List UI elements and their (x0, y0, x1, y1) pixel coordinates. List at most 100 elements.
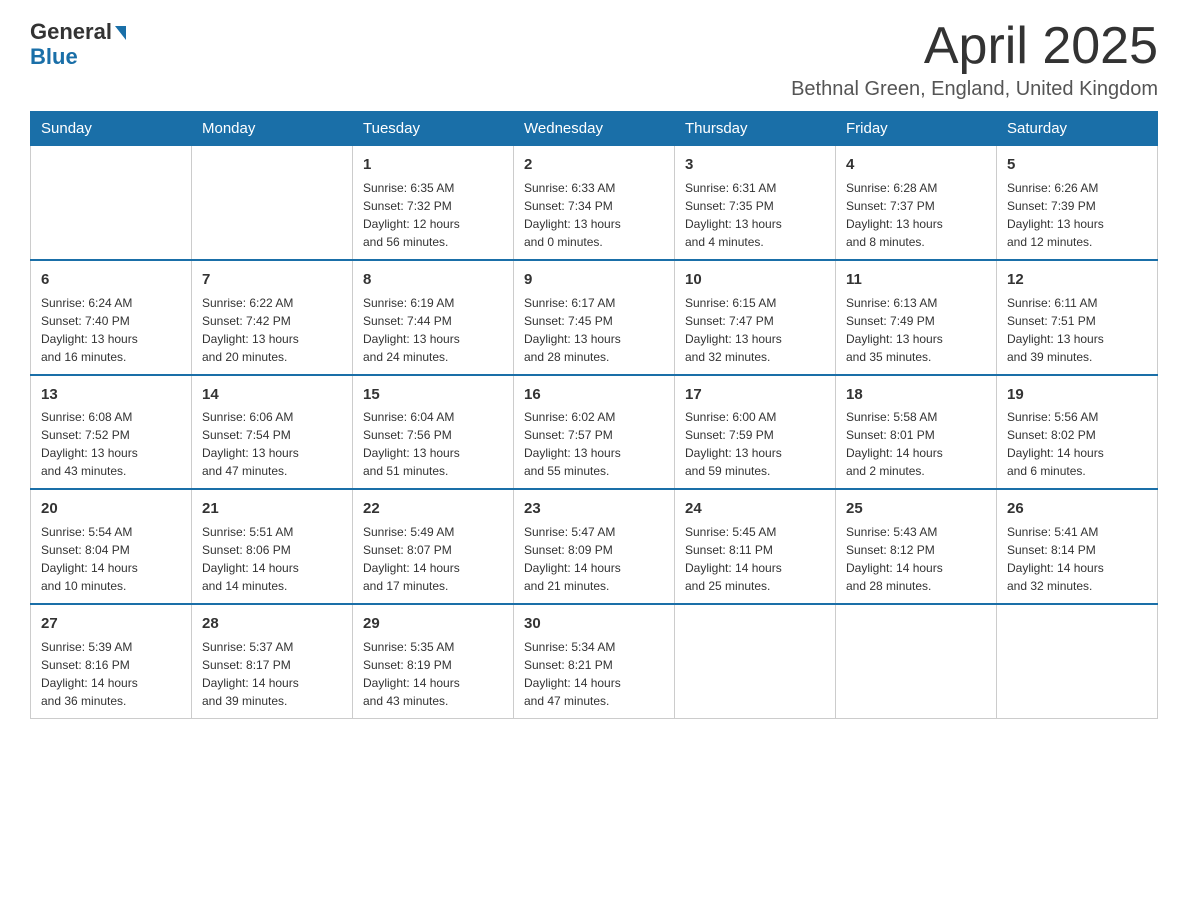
page-header: General Blue April 2025 Bethnal Green, E… (30, 20, 1158, 101)
month-title: April 2025 (791, 20, 1158, 72)
header-cell-tuesday: Tuesday (353, 112, 514, 146)
day-number: 9 (524, 269, 664, 291)
logo-line1: General (30, 20, 126, 44)
calendar-cell: 29Sunrise: 5:35 AM Sunset: 8:19 PM Dayli… (353, 604, 514, 718)
day-info: Sunrise: 5:43 AM Sunset: 8:12 PM Dayligh… (846, 523, 986, 595)
calendar-cell: 1 Sunrise: 6:35 AM Sunset: 7:32 PM Daylig… (353, 146, 514, 260)
day-info: Sunrise: 5:37 AM Sunset: 8:17 PM Dayligh… (202, 638, 342, 710)
day-info: Sunrise: 6:22 AM Sunset: 7:42 PM Dayligh… (202, 294, 342, 366)
calendar-cell: 13Sunrise: 6:08 AM Sunset: 7:52 PM Dayli… (31, 375, 192, 490)
calendar-cell: 10 Sunrise: 6:15 AM Sunset: 7:47 PM Dayli… (675, 260, 836, 375)
calendar-cell: 15Sunrise: 6:04 AM Sunset: 7:56 PM Dayli… (353, 375, 514, 490)
logo-line2: Blue (30, 44, 78, 70)
week-row-4: 20 Sunrise: 5:54 AM Sunset: 8:04 PM Dayli… (31, 489, 1158, 604)
day-number: 2 (524, 154, 664, 176)
calendar-header: SundayMondayTuesdayWednesdayThursdayFrid… (31, 112, 1158, 146)
day-info: Sunrise: 6:06 AM Sunset: 7:54 PM Dayligh… (202, 408, 342, 480)
day-number: 13 (41, 384, 181, 406)
day-number: 26 (1007, 498, 1147, 520)
calendar-cell: 25Sunrise: 5:43 AM Sunset: 8:12 PM Dayli… (836, 489, 997, 604)
calendar-cell: 5 Sunrise: 6:26 AM Sunset: 7:39 PM Daylig… (997, 146, 1158, 260)
day-info: Sunrise: 5:47 AM Sunset: 8:09 PM Dayligh… (524, 523, 664, 595)
calendar-cell: 14Sunrise: 6:06 AM Sunset: 7:54 PM Dayli… (192, 375, 353, 490)
calendar-cell: 27 Sunrise: 5:39 AM Sunset: 8:16 PM Dayli… (31, 604, 192, 718)
calendar-cell: 8Sunrise: 6:19 AM Sunset: 7:44 PM Daylig… (353, 260, 514, 375)
calendar-cell (997, 604, 1158, 718)
day-number: 5 (1007, 154, 1147, 176)
header-cell-thursday: Thursday (675, 112, 836, 146)
day-info: Sunrise: 5:49 AM Sunset: 8:07 PM Dayligh… (363, 523, 503, 595)
day-info: Sunrise: 6:08 AM Sunset: 7:52 PM Dayligh… (41, 408, 181, 480)
title-block: April 2025 Bethnal Green, England, Unite… (791, 20, 1158, 101)
calendar-cell: 20 Sunrise: 5:54 AM Sunset: 8:04 PM Dayli… (31, 489, 192, 604)
day-number: 3 (685, 154, 825, 176)
calendar-cell (675, 604, 836, 718)
calendar-cell: 3 Sunrise: 6:31 AM Sunset: 7:35 PM Daylig… (675, 146, 836, 260)
day-number: 6 (41, 269, 181, 291)
calendar-cell: 26 Sunrise: 5:41 AM Sunset: 8:14 PM Dayli… (997, 489, 1158, 604)
day-info: Sunrise: 6:28 AM Sunset: 7:37 PM Dayligh… (846, 179, 986, 251)
day-info: Sunrise: 5:54 AM Sunset: 8:04 PM Dayligh… (41, 523, 181, 595)
calendar-cell: 30 Sunrise: 5:34 AM Sunset: 8:21 PM Dayli… (514, 604, 675, 718)
calendar-cell (192, 146, 353, 260)
day-number: 27 (41, 613, 181, 635)
day-info: Sunrise: 5:41 AM Sunset: 8:14 PM Dayligh… (1007, 523, 1147, 595)
day-info: Sunrise: 6:13 AM Sunset: 7:49 PM Dayligh… (846, 294, 986, 366)
header-cell-monday: Monday (192, 112, 353, 146)
calendar-cell: 9 Sunrise: 6:17 AM Sunset: 7:45 PM Daylig… (514, 260, 675, 375)
day-number: 24 (685, 498, 825, 520)
day-info: Sunrise: 5:35 AM Sunset: 8:19 PM Dayligh… (363, 638, 503, 710)
logo: General Blue (30, 20, 126, 70)
day-info: Sunrise: 6:17 AM Sunset: 7:45 PM Dayligh… (524, 294, 664, 366)
day-info: Sunrise: 5:34 AM Sunset: 8:21 PM Dayligh… (524, 638, 664, 710)
header-cell-friday: Friday (836, 112, 997, 146)
day-info: Sunrise: 6:24 AM Sunset: 7:40 PM Dayligh… (41, 294, 181, 366)
day-info: Sunrise: 6:00 AM Sunset: 7:59 PM Dayligh… (685, 408, 825, 480)
day-number: 4 (846, 154, 986, 176)
day-info: Sunrise: 6:15 AM Sunset: 7:47 PM Dayligh… (685, 294, 825, 366)
day-number: 15 (363, 384, 503, 406)
day-number: 18 (846, 384, 986, 406)
day-info: Sunrise: 6:04 AM Sunset: 7:56 PM Dayligh… (363, 408, 503, 480)
week-row-3: 13Sunrise: 6:08 AM Sunset: 7:52 PM Dayli… (31, 375, 1158, 490)
day-number: 10 (685, 269, 825, 291)
week-row-1: 1 Sunrise: 6:35 AM Sunset: 7:32 PM Daylig… (31, 146, 1158, 260)
calendar-table: SundayMondayTuesdayWednesdayThursdayFrid… (30, 111, 1158, 719)
header-cell-wednesday: Wednesday (514, 112, 675, 146)
day-info: Sunrise: 5:39 AM Sunset: 8:16 PM Dayligh… (41, 638, 181, 710)
calendar-cell: 17Sunrise: 6:00 AM Sunset: 7:59 PM Dayli… (675, 375, 836, 490)
location-title: Bethnal Green, England, United Kingdom (791, 78, 1158, 101)
day-number: 21 (202, 498, 342, 520)
day-number: 12 (1007, 269, 1147, 291)
day-number: 1 (363, 154, 503, 176)
day-number: 11 (846, 269, 986, 291)
calendar-cell: 23Sunrise: 5:47 AM Sunset: 8:09 PM Dayli… (514, 489, 675, 604)
day-info: Sunrise: 5:45 AM Sunset: 8:11 PM Dayligh… (685, 523, 825, 595)
day-number: 7 (202, 269, 342, 291)
day-number: 22 (363, 498, 503, 520)
day-number: 20 (41, 498, 181, 520)
day-number: 14 (202, 384, 342, 406)
day-info: Sunrise: 6:33 AM Sunset: 7:34 PM Dayligh… (524, 179, 664, 251)
day-number: 17 (685, 384, 825, 406)
header-row: SundayMondayTuesdayWednesdayThursdayFrid… (31, 112, 1158, 146)
day-info: Sunrise: 6:35 AM Sunset: 7:32 PM Dayligh… (363, 179, 503, 251)
day-info: Sunrise: 6:31 AM Sunset: 7:35 PM Dayligh… (685, 179, 825, 251)
calendar-cell: 21Sunrise: 5:51 AM Sunset: 8:06 PM Dayli… (192, 489, 353, 604)
day-info: Sunrise: 5:58 AM Sunset: 8:01 PM Dayligh… (846, 408, 986, 480)
calendar-cell: 24 Sunrise: 5:45 AM Sunset: 8:11 PM Dayli… (675, 489, 836, 604)
week-row-2: 6 Sunrise: 6:24 AM Sunset: 7:40 PM Daylig… (31, 260, 1158, 375)
day-number: 8 (363, 269, 503, 291)
calendar-cell (836, 604, 997, 718)
calendar-cell: 12Sunrise: 6:11 AM Sunset: 7:51 PM Dayli… (997, 260, 1158, 375)
calendar-cell: 22 Sunrise: 5:49 AM Sunset: 8:07 PM Dayli… (353, 489, 514, 604)
calendar-cell: 18Sunrise: 5:58 AM Sunset: 8:01 PM Dayli… (836, 375, 997, 490)
calendar-cell (31, 146, 192, 260)
calendar-cell: 11 Sunrise: 6:13 AM Sunset: 7:49 PM Dayli… (836, 260, 997, 375)
day-number: 30 (524, 613, 664, 635)
day-info: Sunrise: 6:26 AM Sunset: 7:39 PM Dayligh… (1007, 179, 1147, 251)
day-number: 28 (202, 613, 342, 635)
header-cell-sunday: Sunday (31, 112, 192, 146)
header-cell-saturday: Saturday (997, 112, 1158, 146)
day-info: Sunrise: 5:56 AM Sunset: 8:02 PM Dayligh… (1007, 408, 1147, 480)
